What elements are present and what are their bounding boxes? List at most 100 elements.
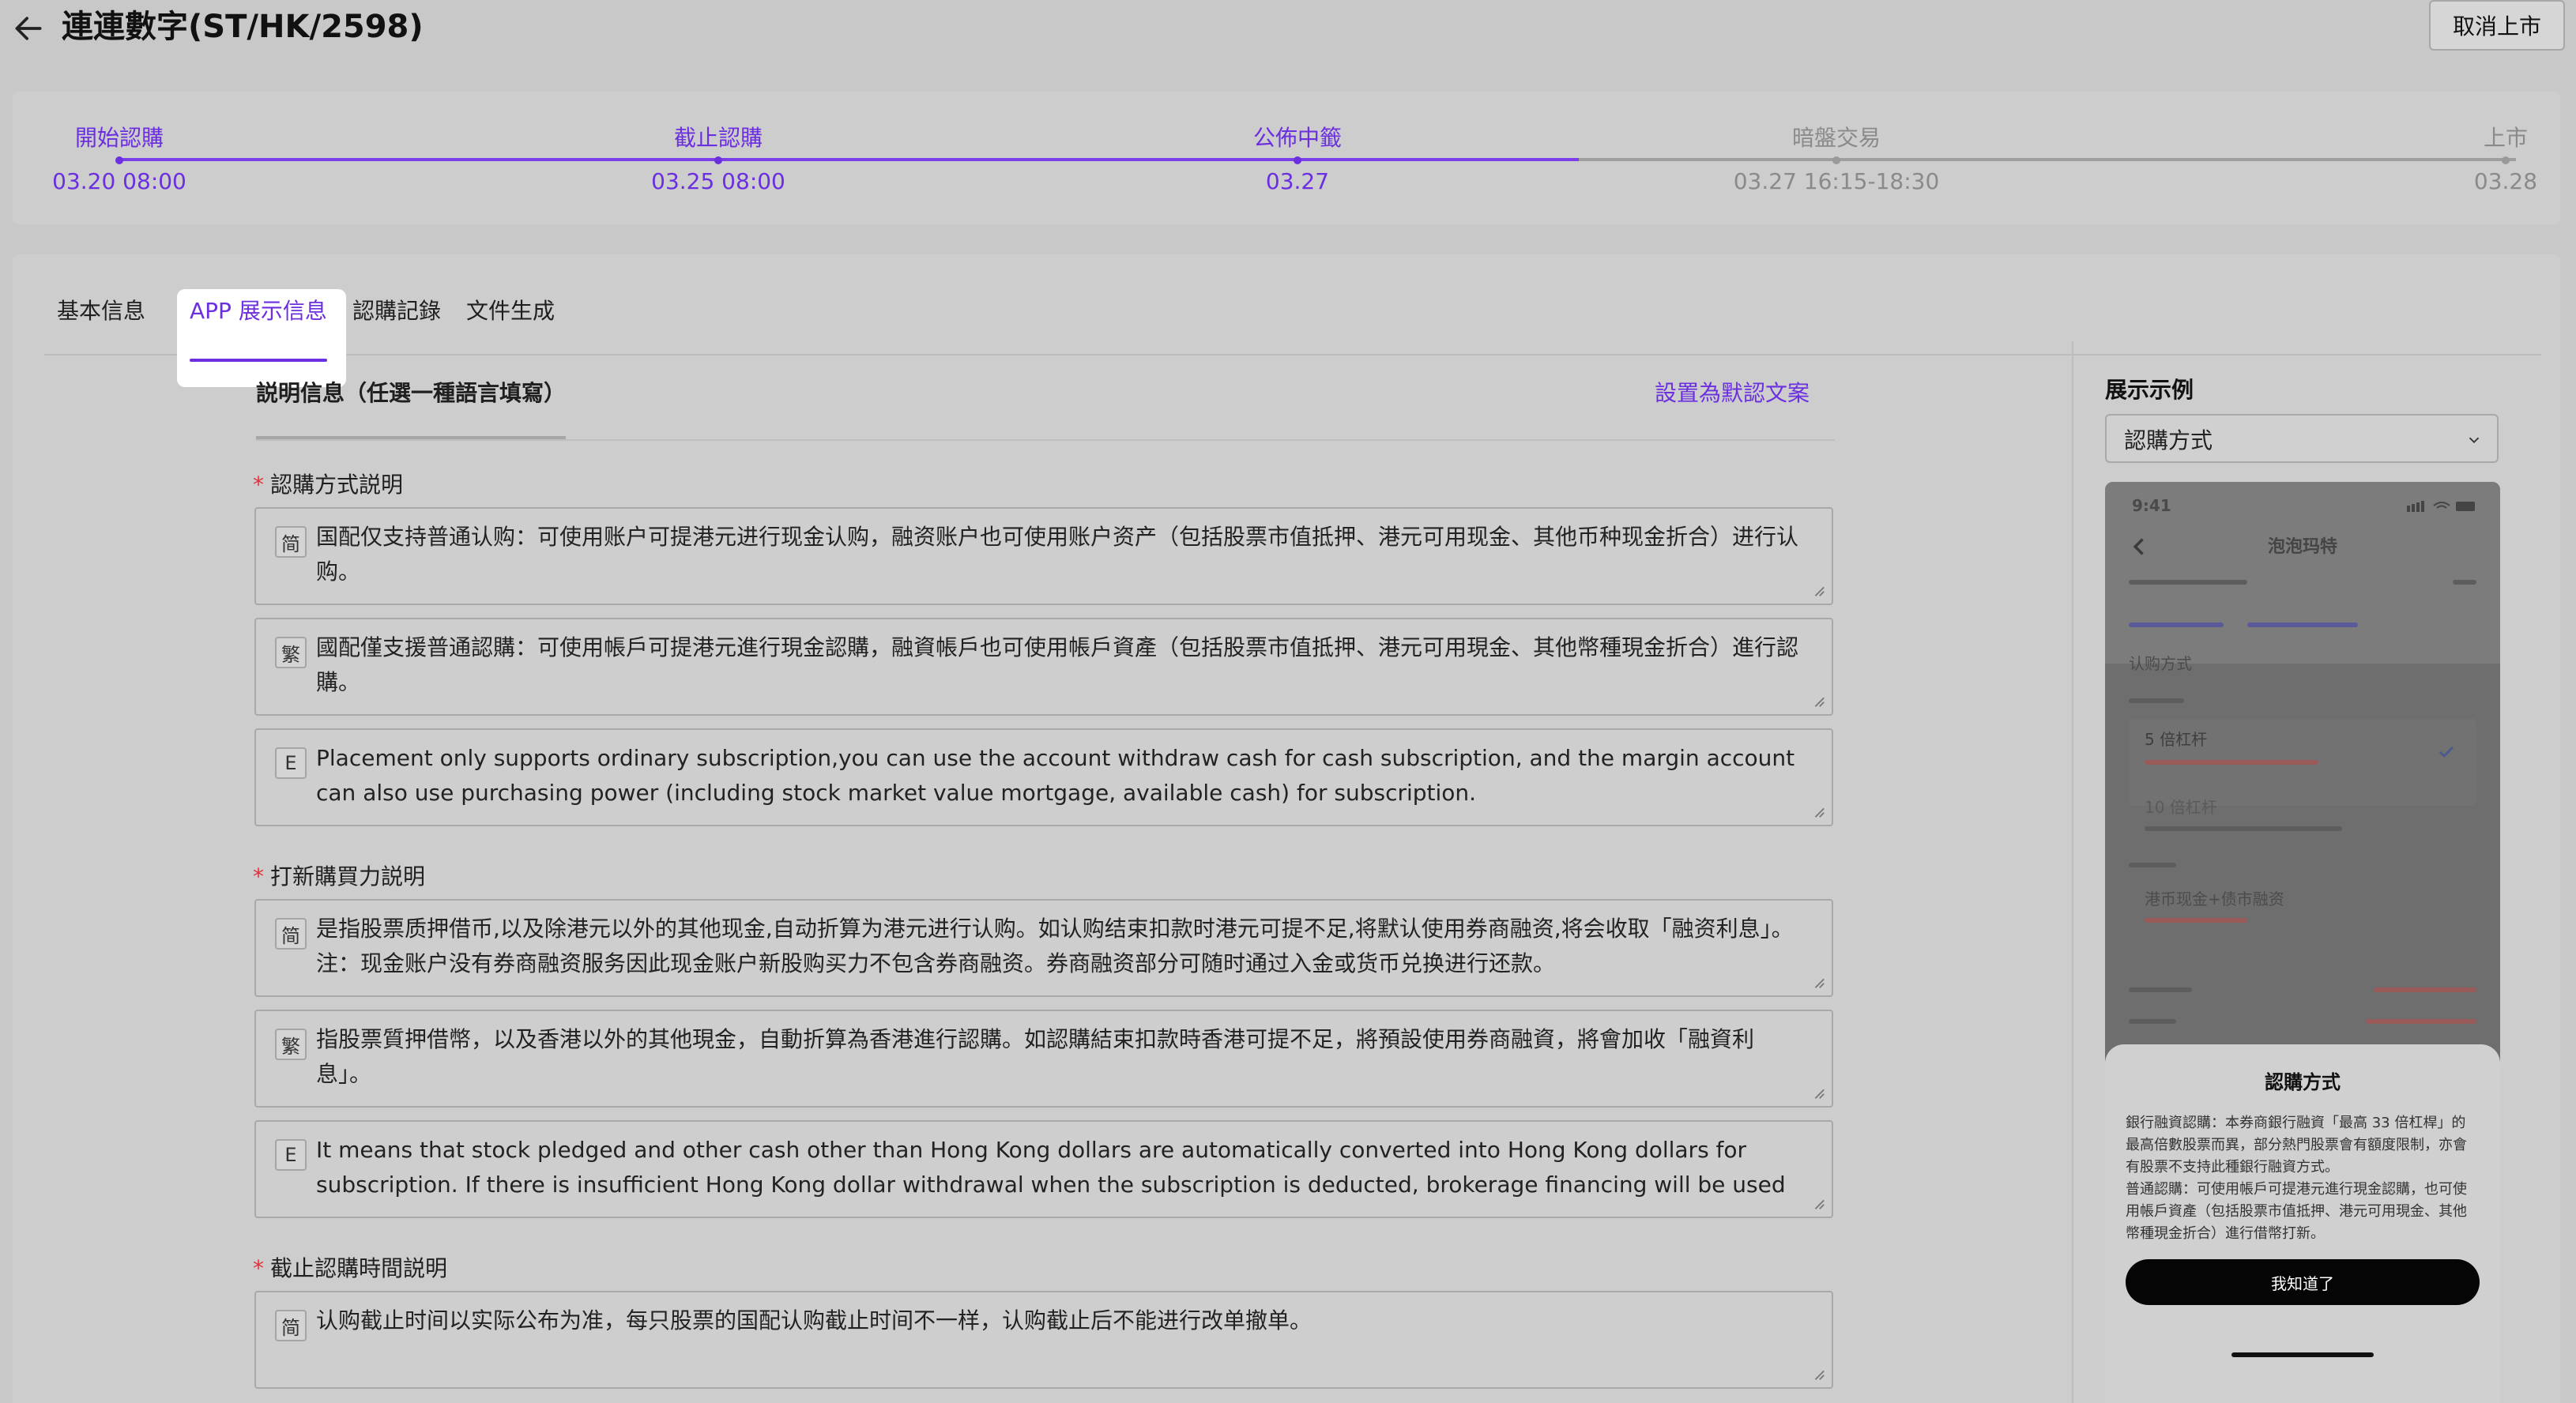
sheet-body: 銀行融資認購：本券商銀行融資「最高 33 倍杠桿」的最高倍數股票而異，部分熱門股…	[2126, 1115, 2467, 1242]
textarea-value: 指股票質押借幣，以及香港以外的其他現金，自動折算為香港進行認購。如認購結束扣款時…	[316, 1026, 1755, 1087]
active-tab-indicator	[190, 359, 327, 362]
preview-divider	[2072, 341, 2073, 1403]
lang-tag: 繁	[275, 637, 307, 668]
section-title: 説明信息（任選一種語言填寫）	[256, 380, 567, 406]
phone-blur-text	[2129, 1019, 2176, 1024]
phone-blur-text	[2145, 826, 2342, 831]
select-value: 認購方式	[2124, 427, 2213, 453]
lang-tag: 简	[275, 918, 307, 950]
textarea-cutoff-time-simplified[interactable]: 简 认购截止时间以实际公布为准，每只股票的国配认购截止时间不一样，认购截止后不能…	[254, 1291, 1833, 1389]
timeline-dot	[1832, 156, 1840, 164]
phone-blur-text	[2145, 760, 2318, 765]
check-icon	[2439, 746, 2454, 758]
phone-blur-text	[2453, 580, 2476, 585]
resize-handle-icon[interactable]	[1811, 804, 1825, 818]
phone-blur-text	[2129, 580, 2247, 585]
timeline-step-date: 03.27 16:15-18:30	[1733, 168, 1940, 194]
field-label-subscription-method: * 認購方式説明	[253, 468, 403, 499]
timeline-step-start: 開始認購 03.20 08:00	[44, 123, 194, 197]
timeline-step-label: 開始認購	[74, 125, 164, 151]
timeline-dot	[714, 156, 722, 164]
textarea-value: 认购截止时间以实际公布为准，每只股票的国配认购截止时间不一样，认购截止后不能进行…	[316, 1307, 1312, 1333]
chevron-down-icon	[2469, 437, 2480, 444]
cancel-listing-button[interactable]: 取消上市	[2429, 0, 2565, 51]
resize-handle-icon[interactable]	[1811, 1196, 1825, 1210]
tab-app-display-info[interactable]: APP 展示信息	[190, 295, 327, 327]
textarea-purchasing-power-traditional[interactable]: 繁 指股票質押借幣，以及香港以外的其他現金，自動折算為香港進行認購。如認購結束扣…	[254, 1010, 1833, 1108]
phone-blur-text	[2129, 623, 2224, 627]
timeline-step-date: 03.20 08:00	[52, 168, 186, 194]
textarea-purchasing-power-simplified[interactable]: 简 是指股票质押借币,以及除港元以外的其他现金,自动折算为港元进行认购。如认购结…	[254, 899, 1833, 997]
textarea-value: Placement only supports ordinary subscri…	[316, 745, 1795, 806]
textarea-value: It means that stock pledged and other ca…	[316, 1137, 1786, 1198]
field-label-text: 認購方式説明	[270, 472, 404, 498]
home-indicator	[2231, 1352, 2374, 1357]
phone-blur-text	[2247, 623, 2358, 627]
phone-blur-text	[2129, 863, 2176, 867]
required-asterisk: *	[253, 863, 264, 890]
timeline-step-label: 上市	[2483, 125, 2528, 151]
resize-handle-icon[interactable]	[1811, 975, 1825, 989]
phone-back-icon	[2133, 538, 2144, 555]
phone-preview: 9:41 泡泡玛特 认购方式 5 倍杠杆 10 倍杠杆 港币现金+债市融资 認購…	[2105, 482, 2500, 1403]
ipo-timeline: 開始認購 03.20 08:00 截止認購 03.25 08:00 公佈中籤 0…	[13, 92, 2560, 224]
back-arrow-icon[interactable]	[11, 11, 46, 46]
lang-tag: 简	[275, 1310, 307, 1341]
section-title-underline	[256, 436, 566, 439]
field-label-text: 截止認購時間説明	[270, 1255, 448, 1281]
phone-blur-text	[2129, 698, 2184, 703]
textarea-subscription-method-english[interactable]: E Placement only supports ordinary subsc…	[254, 728, 1833, 826]
required-asterisk: *	[253, 1255, 264, 1281]
timeline-step-close: 截止認購 03.25 08:00	[643, 123, 793, 197]
phone-option-10x: 10 倍杠杆	[2145, 798, 2217, 817]
phone-subscribe-mode-label: 认购方式	[2129, 654, 2192, 673]
textarea-subscription-method-simplified[interactable]: 简 国配仅支持普通认购：可使用账户可提港元进行现金认购，融资账户也可使用账户资产…	[254, 507, 1833, 605]
required-asterisk: *	[253, 472, 264, 498]
lang-tag: 简	[275, 526, 307, 558]
tab-bar: 基本信息 APP 展示信息 認購記錄 文件生成	[44, 278, 2541, 387]
lang-tag: E	[275, 747, 307, 779]
resize-handle-icon[interactable]	[1811, 583, 1825, 597]
timeline-dot	[2502, 156, 2510, 164]
field-label-cutoff-time: * 截止認購時間説明	[253, 1251, 447, 1283]
preview-type-select[interactable]: 認購方式	[2105, 414, 2499, 463]
phone-option-cash-margin: 港币现金+债市融资	[2145, 890, 2284, 908]
timeline-dot	[1294, 156, 1301, 164]
textarea-value: 國配僅支援普通認購：可使用帳戶可提港元進行現金認購，融資帳戶也可使用帳戶資產（包…	[316, 634, 1799, 695]
resize-handle-icon[interactable]	[1811, 694, 1825, 708]
tab-subscription-records[interactable]: 認購記錄	[352, 295, 441, 327]
set-default-text-link[interactable]: 設置為默認文案	[1655, 376, 1810, 408]
sheet-title: 認購方式	[2265, 1071, 2341, 1093]
phone-option-5x: 5 倍杠杆	[2145, 730, 2208, 749]
tab-basic-info[interactable]: 基本信息	[57, 295, 145, 327]
preview-title: 展示示例	[2105, 377, 2194, 403]
textarea-purchasing-power-english[interactable]: E It means that stock pledged and other …	[254, 1120, 1833, 1218]
timeline-step-label: 暗盤交易	[1791, 125, 1881, 151]
lang-tag: 繁	[275, 1029, 307, 1060]
phone-bottom-sheet: 認購方式 銀行融資認購：本券商銀行融資「最高 33 倍杠桿」的最高倍數股票而異，…	[2105, 1044, 2500, 1403]
timeline-step-date: 03.25 08:00	[651, 168, 785, 194]
textarea-subscription-method-traditional[interactable]: 繁 國配僅支援普通認購：可使用帳戶可提港元進行現金認購，融資帳戶也可使用帳戶資產…	[254, 618, 1833, 716]
timeline-step-label: 公佈中籤	[1252, 125, 1342, 151]
textarea-value: 是指股票质押借币,以及除港元以外的其他现金,自动折算为港元进行认购。如认购结束扣…	[316, 916, 1794, 976]
timeline-dot	[115, 156, 123, 164]
timeline-step-listing: 上市 03.28	[2462, 123, 2549, 197]
phone-status-time: 9:41	[2132, 496, 2171, 515]
phone-blur-text	[2129, 987, 2192, 992]
lang-tag: E	[275, 1139, 307, 1171]
phone-stock-name: 泡泡玛特	[2267, 537, 2337, 557]
phone-status-icons	[2407, 501, 2475, 512]
resize-handle-icon[interactable]	[1811, 1085, 1825, 1100]
timeline-step-date: 03.27	[1265, 168, 1330, 194]
tab-document-generation[interactable]: 文件生成	[466, 295, 555, 327]
field-label-text: 打新購買力説明	[270, 863, 426, 890]
resize-handle-icon[interactable]	[1811, 1367, 1825, 1381]
phone-blur-text	[2366, 1019, 2476, 1024]
timeline-step-grey-market: 暗盤交易 03.27 16:15-18:30	[1706, 123, 1967, 197]
phone-blur-text	[2145, 918, 2247, 923]
textarea-value: 国配仅支持普通认购：可使用账户可提港元进行现金认购，融资账户也可使用账户资产（包…	[316, 524, 1799, 585]
sheet-confirm-button[interactable]: 我知道了	[2126, 1259, 2480, 1305]
section-divider	[256, 439, 1835, 441]
timeline-step-label: 截止認購	[673, 125, 763, 151]
phone-blur-text	[2374, 987, 2476, 992]
